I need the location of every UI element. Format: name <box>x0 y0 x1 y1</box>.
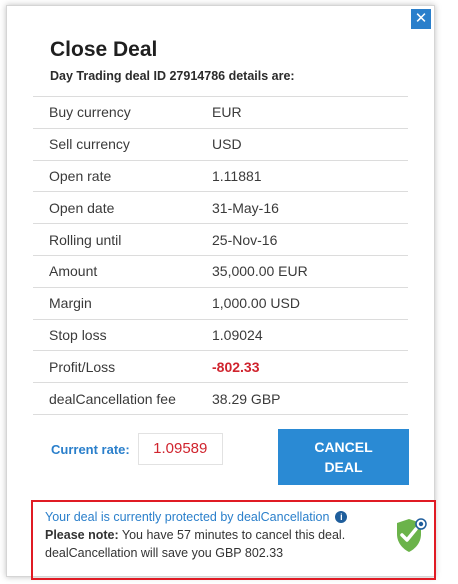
close-deal-dialog: ✕ Close Deal Day Trading deal ID 2791478… <box>6 5 436 580</box>
cancel-button-label-line1: CANCEL <box>314 439 373 455</box>
detail-label: Open date <box>49 199 115 216</box>
notice-headline: Your deal is currently protected by deal… <box>45 510 330 524</box>
detail-value: 35,000.00 EUR <box>212 263 308 280</box>
detail-label: Stop loss <box>49 326 107 343</box>
current-rate-value: 1.09589 <box>137 433 223 465</box>
detail-row-rolling-until: Rolling until 25-Nov-16 <box>33 224 408 256</box>
deal-cancellation-notice: Your deal is currently protected by deal… <box>31 500 436 580</box>
detail-label: Amount <box>49 263 98 280</box>
notice-headline-row: Your deal is currently protected by deal… <box>45 510 434 524</box>
detail-label: Profit/Loss <box>49 358 116 375</box>
notice-savings: dealCancellation will save you GBP 802.3… <box>45 546 284 560</box>
dialog-title: Close Deal <box>50 38 158 61</box>
note-text: You have 57 minutes to cancel this deal. <box>118 528 346 542</box>
detail-row-open-date: Open date 31-May-16 <box>33 192 408 225</box>
detail-label: Rolling until <box>49 231 122 248</box>
detail-row-profit-loss: Profit/Loss -802.33 <box>33 351 408 384</box>
detail-value: 25-Nov-16 <box>212 231 278 248</box>
cancel-deal-button[interactable]: CANCEL DEAL <box>278 429 409 485</box>
close-icon[interactable]: ✕ <box>411 9 431 29</box>
detail-value: USD <box>212 136 242 153</box>
cancel-button-label-line2: DEAL <box>324 459 363 475</box>
detail-value: 1,000.00 USD <box>212 295 300 312</box>
note-label: Please note: <box>45 528 119 542</box>
detail-value: 31-May-16 <box>212 199 279 216</box>
detail-value: 38.29 GBP <box>212 390 281 407</box>
detail-value: 1.11881 <box>212 167 262 184</box>
info-icon[interactable]: i <box>335 511 348 523</box>
profit-loss-value: -802.33 <box>212 358 260 375</box>
detail-row-buy-currency: Buy currency EUR <box>33 97 408 129</box>
detail-label: Margin <box>49 295 92 312</box>
detail-row-sell-currency: Sell currency USD <box>33 129 408 161</box>
detail-row-stop-loss: Stop loss 1.09024 <box>33 320 408 352</box>
notice-note: Please note: You have 57 minutes to canc… <box>45 528 434 542</box>
dialog-subtitle: Day Trading deal ID 27914786 details are… <box>50 69 295 83</box>
current-rate-group: Current rate: 1.09589 <box>51 433 223 465</box>
detail-label: dealCancellation fee <box>49 390 176 407</box>
detail-label: Buy currency <box>49 104 131 121</box>
shield-check-icon <box>397 518 427 552</box>
current-rate-label: Current rate: <box>51 441 130 457</box>
detail-label: Sell currency <box>49 136 130 153</box>
deal-details-table: Buy currency EUR Sell currency USD Open … <box>33 96 408 415</box>
detail-row-open-rate: Open rate 1.11881 <box>33 161 408 193</box>
detail-row-margin: Margin 1,000.00 USD <box>33 288 408 320</box>
detail-label: Open rate <box>49 167 112 184</box>
detail-row-amount: Amount 35,000.00 EUR <box>33 256 408 288</box>
detail-value: 1.09024 <box>212 326 263 343</box>
detail-value: EUR <box>212 104 242 121</box>
detail-row-cancellation-fee: dealCancellation fee 38.29 GBP <box>33 383 408 415</box>
